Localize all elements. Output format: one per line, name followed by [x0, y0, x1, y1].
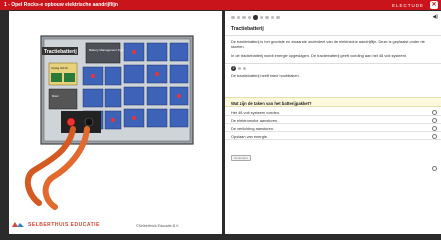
positive-terminal [66, 117, 76, 127]
negative-terminal [84, 117, 94, 127]
fuse-box-label: Opslag 400 Ah [51, 66, 69, 70]
answer-option[interactable]: De elektromotor aansturen. [225, 116, 441, 124]
progress-dot[interactable] [242, 15, 246, 19]
sub-step-number[interactable]: 2 [231, 66, 236, 71]
traction-battery-illustration: Tractiebatterij Battery Management Syste… [24, 35, 194, 210]
footer-copyright: ©Selberthuis Educatie B.V. [136, 224, 180, 228]
progress-dot[interactable] [270, 15, 274, 19]
relay-green [51, 73, 62, 82]
content-panel: ◀) Tractiebatterij De tractiebatterij is… [225, 11, 441, 234]
divider [225, 35, 441, 36]
answer-option[interactable]: Het 48 volt systeem voeden. [225, 108, 441, 116]
title-bar: 1 - Opel Rocks-e opbouw elektrische aand… [0, 0, 441, 10]
answer-option-label: De elektromotor aansturen. [231, 118, 279, 123]
close-button[interactable]: ✕ [430, 1, 438, 9]
answer-option[interactable]: Opslaan van energie. [225, 132, 441, 140]
answer-option-label: Het 48 volt systeem voeden. [231, 110, 281, 115]
paragraph-storage: In de tractiebatterij wordt energie opge… [231, 53, 408, 58]
footer-brand-area: SELBERTHUIS EDUCATIE [11, 221, 100, 228]
progress-dots[interactable] [231, 15, 280, 20]
progress-dot[interactable] [231, 15, 235, 19]
selberthuis-logo-icon [12, 222, 24, 227]
question-text: Wat zijn de taken van het batterijpakket… [231, 101, 312, 106]
answer-option-label: Opslaan van energie. [231, 134, 268, 139]
divider [225, 63, 441, 64]
illustration-panel: Tractiebatterij Battery Management Syste… [9, 11, 222, 234]
answer-option[interactable]: De verlichting aansturen. [225, 124, 441, 132]
paragraph-intro: De tractiebatterij is het grootste en zw… [231, 39, 425, 49]
progress-dot[interactable] [265, 15, 269, 19]
relay-green-2 [64, 73, 75, 82]
answer-checkbox[interactable] [432, 125, 437, 131]
submit-button[interactable]: Controleer [231, 155, 251, 161]
brand-label: ELECTUDE [391, 2, 424, 8]
speaker-icon[interactable]: ◀) [432, 14, 438, 20]
progress-dot[interactable] [247, 15, 251, 19]
sub-step-dots[interactable]: 2 [231, 66, 246, 71]
sub-step-dot[interactable] [238, 67, 241, 70]
motor-relay-label: Motor [52, 94, 59, 98]
answer-checkbox[interactable] [432, 117, 437, 123]
answer-checkbox[interactable] [432, 109, 437, 115]
answer-checkbox[interactable] [432, 133, 437, 139]
progress-dot[interactable] [276, 15, 280, 19]
bms-label: Battery Management System [89, 48, 128, 52]
window-title: 1 - Opel Rocks-e opbouw elektrische aand… [4, 2, 118, 8]
help-icon[interactable] [432, 166, 437, 171]
section-title: Tractiebatterij [231, 26, 264, 32]
progress-dot[interactable] [259, 15, 263, 19]
question-bar: Wat zijn de taken van het batterijpakket… [225, 97, 441, 107]
bms-module [85, 42, 121, 64]
progress-dot-active[interactable] [253, 15, 258, 20]
battery-label: Tractiebatterij [44, 49, 77, 55]
answer-option-label: De verlichting aansturen. [231, 126, 275, 131]
motor-relay [48, 88, 78, 110]
progress-dot[interactable] [236, 15, 240, 19]
sub-step-dot[interactable] [243, 67, 246, 70]
footer-brand: SELBERTHUIS EDUCATIE [28, 221, 100, 228]
paragraph-tasks: De tractiebatterij heeft twee hoofdtaken… [231, 73, 300, 78]
